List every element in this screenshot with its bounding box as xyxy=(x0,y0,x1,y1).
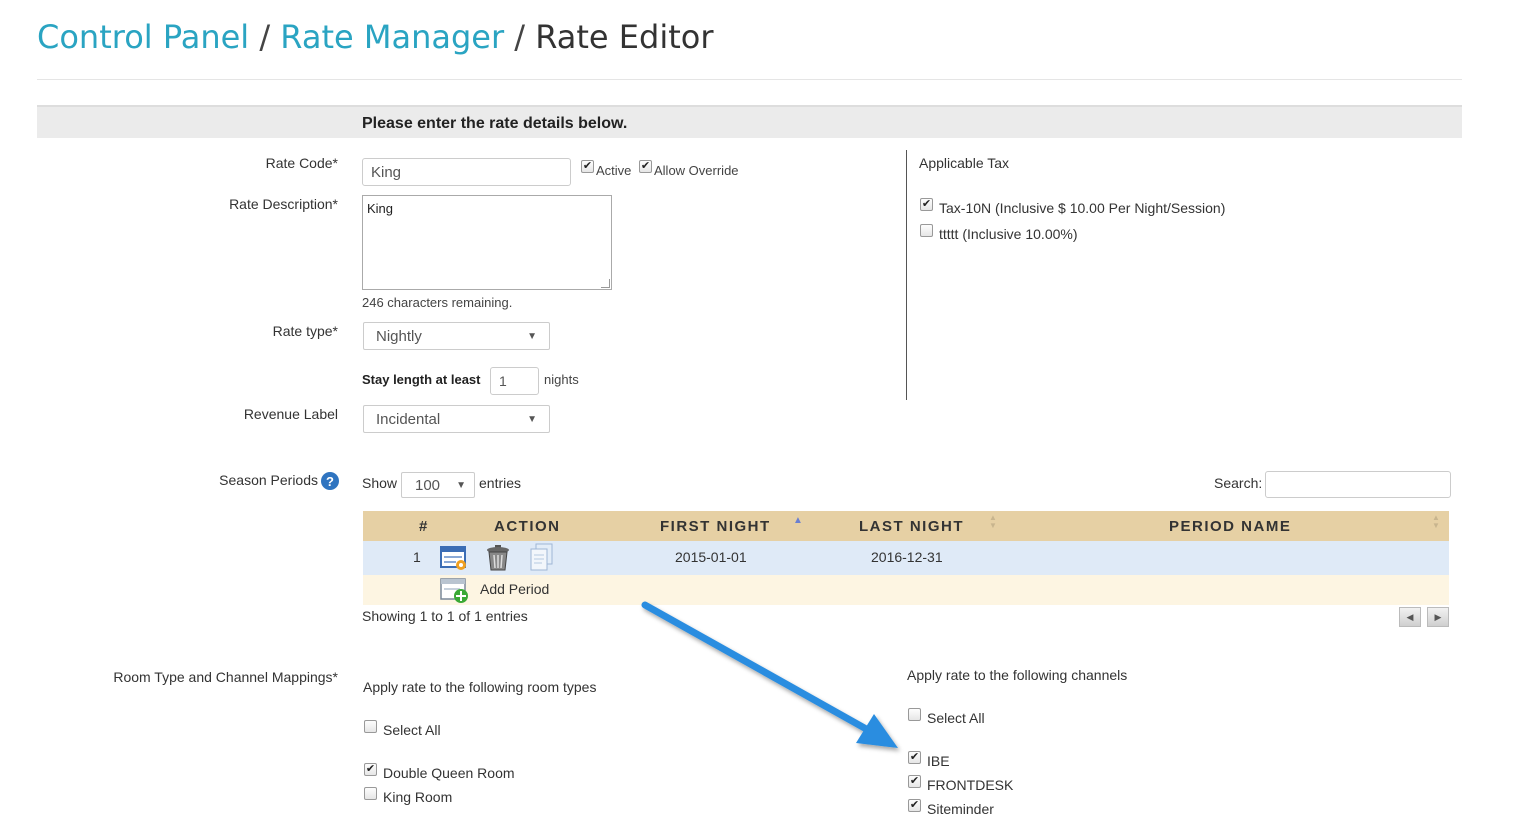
last-night-cell: 2016-12-31 xyxy=(871,549,943,565)
rate-code-label: Rate Code* xyxy=(265,155,338,171)
stay-length-label: Stay length at least xyxy=(362,372,481,387)
column-header-number[interactable]: # xyxy=(419,518,429,535)
room-types-title: Apply rate to the following room types xyxy=(363,679,597,695)
stay-length-unit: nights xyxy=(544,372,579,387)
column-header-first-night[interactable]: FIRST NIGHT xyxy=(660,518,771,535)
mappings-label: Room Type and Channel Mappings* xyxy=(113,669,338,685)
frontdesk-label: FRONTDESK xyxy=(927,777,1014,793)
revenue-label-value: Incidental xyxy=(376,410,441,428)
rate-type-label: Rate type* xyxy=(272,323,338,339)
search-input[interactable] xyxy=(1265,471,1451,498)
column-header-last-night[interactable]: LAST NIGHT xyxy=(859,518,964,535)
copy-icon[interactable] xyxy=(528,543,554,572)
channels-title: Apply rate to the following channels xyxy=(907,667,1128,683)
search-label: Search: xyxy=(1214,475,1263,491)
header-divider xyxy=(37,79,1462,80)
tax-ttttt-checkbox[interactable] xyxy=(920,224,933,237)
edit-period-icon[interactable] xyxy=(440,545,468,571)
allow-override-label: Allow Override xyxy=(654,163,739,178)
king-room-checkbox[interactable] xyxy=(364,787,377,800)
applicable-tax-title: Applicable Tax xyxy=(919,155,1010,171)
trash-icon[interactable] xyxy=(485,544,511,572)
banner-text: Please enter the rate details below. xyxy=(362,115,628,132)
season-periods-label: Season Periods xyxy=(219,472,318,488)
page-size-value: 100 xyxy=(415,476,441,494)
form-banner xyxy=(37,105,1462,138)
revenue-label-label: Revenue Label xyxy=(243,406,338,422)
king-room-label: King Room xyxy=(383,789,453,805)
annotation-arrow-icon xyxy=(641,601,898,748)
chevron-down-icon: ▼ xyxy=(456,479,466,491)
rate-type-select[interactable]: Nightly ▼ xyxy=(363,322,550,350)
rate-type-value: Nightly xyxy=(376,327,422,345)
sort-both-icon[interactable]: ▲ ▼ xyxy=(989,514,997,530)
siteminder-checkbox[interactable]: ✔ xyxy=(908,799,921,812)
page-size-select[interactable]: 100 ▼ xyxy=(401,472,475,498)
sort-both-icon[interactable]: ▲ ▼ xyxy=(1432,514,1440,530)
entries-label: entries xyxy=(479,475,522,491)
rate-code-input[interactable]: King xyxy=(362,158,571,186)
rate-description-text: King xyxy=(367,201,394,216)
channels-select-all-label: Select All xyxy=(927,710,985,726)
double-queen-room-label: Double Queen Room xyxy=(383,765,515,781)
stay-length-input[interactable]: 1 xyxy=(490,367,539,395)
tax-10n-label: Tax-10N (Inclusive $ 10.00 Per Night/Ses… xyxy=(939,200,1226,216)
siteminder-label: Siteminder xyxy=(927,801,994,817)
resize-handle-icon[interactable] xyxy=(601,279,610,288)
double-queen-room-checkbox[interactable]: ✔ xyxy=(364,763,377,776)
column-divider xyxy=(906,150,907,400)
revenue-label-select[interactable]: Incidental ▼ xyxy=(363,405,550,433)
show-label: Show xyxy=(362,475,398,491)
chevron-down-icon: ▼ xyxy=(527,413,537,425)
column-header-period-name[interactable]: PERIOD NAME xyxy=(1169,518,1291,535)
previous-page-icon[interactable]: ◀ xyxy=(1399,607,1421,627)
frontdesk-checkbox[interactable]: ✔ xyxy=(908,775,921,788)
rate-description-textarea[interactable]: King xyxy=(362,195,612,290)
help-icon[interactable]: ? xyxy=(321,472,339,490)
add-period-link[interactable]: Add Period xyxy=(480,581,549,597)
sort-ascending-icon[interactable]: ▲ xyxy=(793,515,803,526)
characters-remaining: 246 characters remaining. xyxy=(362,295,513,310)
column-header-action[interactable]: ACTION xyxy=(494,518,561,535)
breadcrumb-control-panel[interactable]: Control Panel xyxy=(37,18,249,56)
breadcrumb-separator: / xyxy=(514,18,526,56)
allow-override-checkbox[interactable]: ✔ xyxy=(639,160,652,173)
row-number: 1 xyxy=(413,549,421,565)
rooms-select-all-checkbox[interactable] xyxy=(364,720,377,733)
tax-ttttt-label: ttttt (Inclusive 10.00%) xyxy=(939,226,1078,242)
tax-10n-checkbox[interactable]: ✔ xyxy=(920,198,933,211)
active-checkbox[interactable]: ✔ xyxy=(581,160,594,173)
table-info: Showing 1 to 1 of 1 entries xyxy=(362,608,528,624)
ibe-label: IBE xyxy=(927,753,950,769)
first-night-cell: 2015-01-01 xyxy=(675,549,747,565)
breadcrumb-separator: / xyxy=(259,18,271,56)
breadcrumb-rate-editor: Rate Editor xyxy=(535,18,714,56)
active-label: Active xyxy=(596,163,632,178)
next-page-icon[interactable]: ▶ xyxy=(1427,607,1449,627)
rooms-select-all-label: Select All xyxy=(383,722,441,738)
breadcrumb-rate-manager[interactable]: Rate Manager xyxy=(280,18,504,56)
add-period-icon[interactable] xyxy=(440,578,470,604)
chevron-down-icon: ▼ xyxy=(527,330,537,342)
rate-description-label: Rate Description* xyxy=(229,196,338,212)
breadcrumb: Control Panel / Rate Manager / Rate Edit… xyxy=(37,18,713,56)
